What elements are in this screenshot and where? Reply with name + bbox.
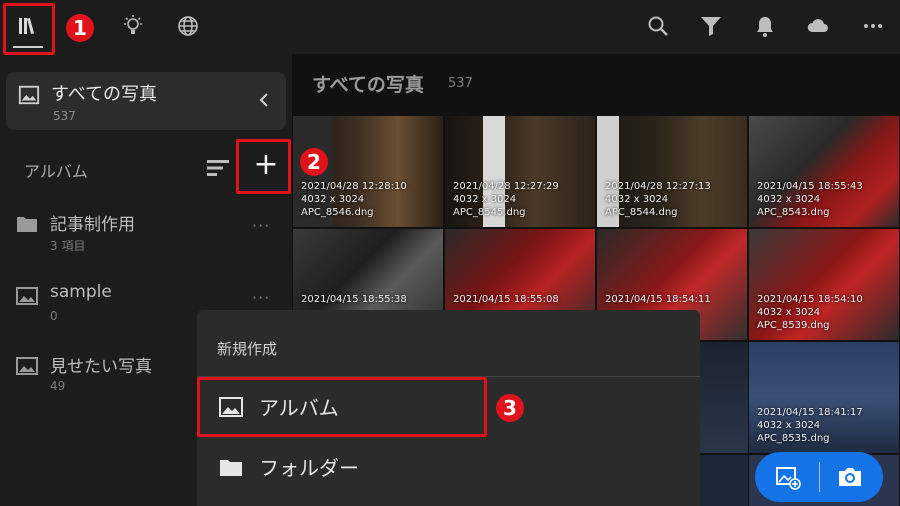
photo-date: 2021/04/15 18:54:10 <box>757 294 863 305</box>
sheet-title: 新規作成 <box>217 340 278 358</box>
album-icon <box>16 357 38 375</box>
more-options-button[interactable]: ··· <box>252 216 270 235</box>
photo-date: 2021/04/15 18:55:43 <box>757 181 863 192</box>
photo-filename: APC_8543.dng <box>757 207 830 218</box>
photo-thumbnail[interactable]: 2021/04/28 12:27:13 4032 x 3024 APC_8544… <box>597 116 747 227</box>
step-badge-1: 1 <box>66 14 94 42</box>
cloud-icon[interactable] <box>802 10 834 42</box>
lightbulb-icon[interactable] <box>117 10 149 42</box>
album-icon <box>16 287 38 305</box>
folder-icon <box>220 460 242 476</box>
photo-thumbnail[interactable] <box>700 342 748 453</box>
album-name: sample <box>50 282 112 302</box>
step-badge-3: 3 <box>496 394 524 422</box>
photo-icon <box>18 85 40 105</box>
step-badge-2: 2 <box>300 148 328 176</box>
album-header: アルバム <box>24 162 88 181</box>
photo-dimensions: 4032 x 3024 <box>605 194 669 205</box>
photo-date: 2021/04/15 18:41:17 <box>757 407 863 418</box>
highlight-add-button <box>236 139 291 194</box>
photo-dimensions: 4032 x 3024 <box>757 420 821 431</box>
photo-date: 2021/04/15 18:55:08 <box>453 294 559 305</box>
option-label: フォルダー <box>259 456 359 480</box>
photo-filename: APC_8535.dng <box>757 433 830 444</box>
album-name: 見せたい写真 <box>50 357 152 377</box>
album-count: 49 <box>50 379 66 393</box>
fab-divider <box>819 462 820 492</box>
photo-dimensions: 4032 x 3024 <box>757 307 821 318</box>
photo-count: 537 <box>448 76 473 91</box>
more-options-button[interactable]: ··· <box>252 288 270 307</box>
top-bar <box>0 0 900 54</box>
highlight-album-option <box>197 377 487 437</box>
all-photos-count: 537 <box>53 109 76 123</box>
photo-thumbnail[interactable]: 2021/04/15 18:41:17 4032 x 3024 APC_8535… <box>749 342 899 453</box>
album-name: 記事制作用 <box>50 215 135 235</box>
photo-date: 2021/04/15 18:54:11 <box>605 294 711 305</box>
folder-icon <box>17 217 37 232</box>
photo-dimensions: 4032 x 3024 <box>453 194 517 205</box>
chevron-left-icon[interactable] <box>256 92 272 108</box>
album-count: 3 項目 <box>50 239 86 253</box>
create-folder-option[interactable]: フォルダー <box>197 440 700 496</box>
bell-icon[interactable] <box>749 10 781 42</box>
photo-dimensions: 4032 x 3024 <box>301 194 365 205</box>
camera-icon[interactable] <box>836 464 864 490</box>
photo-filename: APC_8539.dng <box>757 320 830 331</box>
floating-action-bar <box>755 452 883 502</box>
photo-date: 2021/04/15 18:55:38 <box>301 294 407 305</box>
album-count: 0 <box>50 309 58 323</box>
photo-thumbnail[interactable]: 2021/04/15 18:54:10 4032 x 3024 APC_8539… <box>749 229 899 340</box>
search-icon[interactable] <box>642 10 674 42</box>
album-list-item[interactable]: 記事制作用 3 項目 ··· <box>0 210 292 260</box>
photo-filename: APC_8546.dng <box>301 207 374 218</box>
more-icon[interactable] <box>857 10 889 42</box>
sort-icon[interactable] <box>207 158 229 178</box>
photo-date: 2021/04/28 12:28:10 <box>301 181 407 192</box>
photo-filename: APC_8545.dng <box>453 207 526 218</box>
highlight-library-tab <box>3 3 55 55</box>
photo-filename: APC_8544.dng <box>605 207 678 218</box>
photo-thumbnail[interactable]: 2021/04/15 18:55:43 4032 x 3024 APC_8543… <box>749 116 899 227</box>
photo-thumbnail[interactable]: 2021/04/28 12:27:29 4032 x 3024 APC_8545… <box>445 116 595 227</box>
filter-icon[interactable] <box>695 10 727 42</box>
all-photos-item[interactable]: すべての写真 537 <box>6 72 286 130</box>
all-photos-label: すべての写真 <box>51 84 158 105</box>
add-photo-icon[interactable] <box>775 464 801 490</box>
photo-date: 2021/04/28 12:27:13 <box>605 181 711 192</box>
photo-thumbnail[interactable] <box>700 455 748 506</box>
photo-date: 2021/04/28 12:27:29 <box>453 181 559 192</box>
photo-dimensions: 4032 x 3024 <box>757 194 821 205</box>
page-title: すべての写真 <box>312 74 424 96</box>
globe-icon[interactable] <box>172 10 204 42</box>
